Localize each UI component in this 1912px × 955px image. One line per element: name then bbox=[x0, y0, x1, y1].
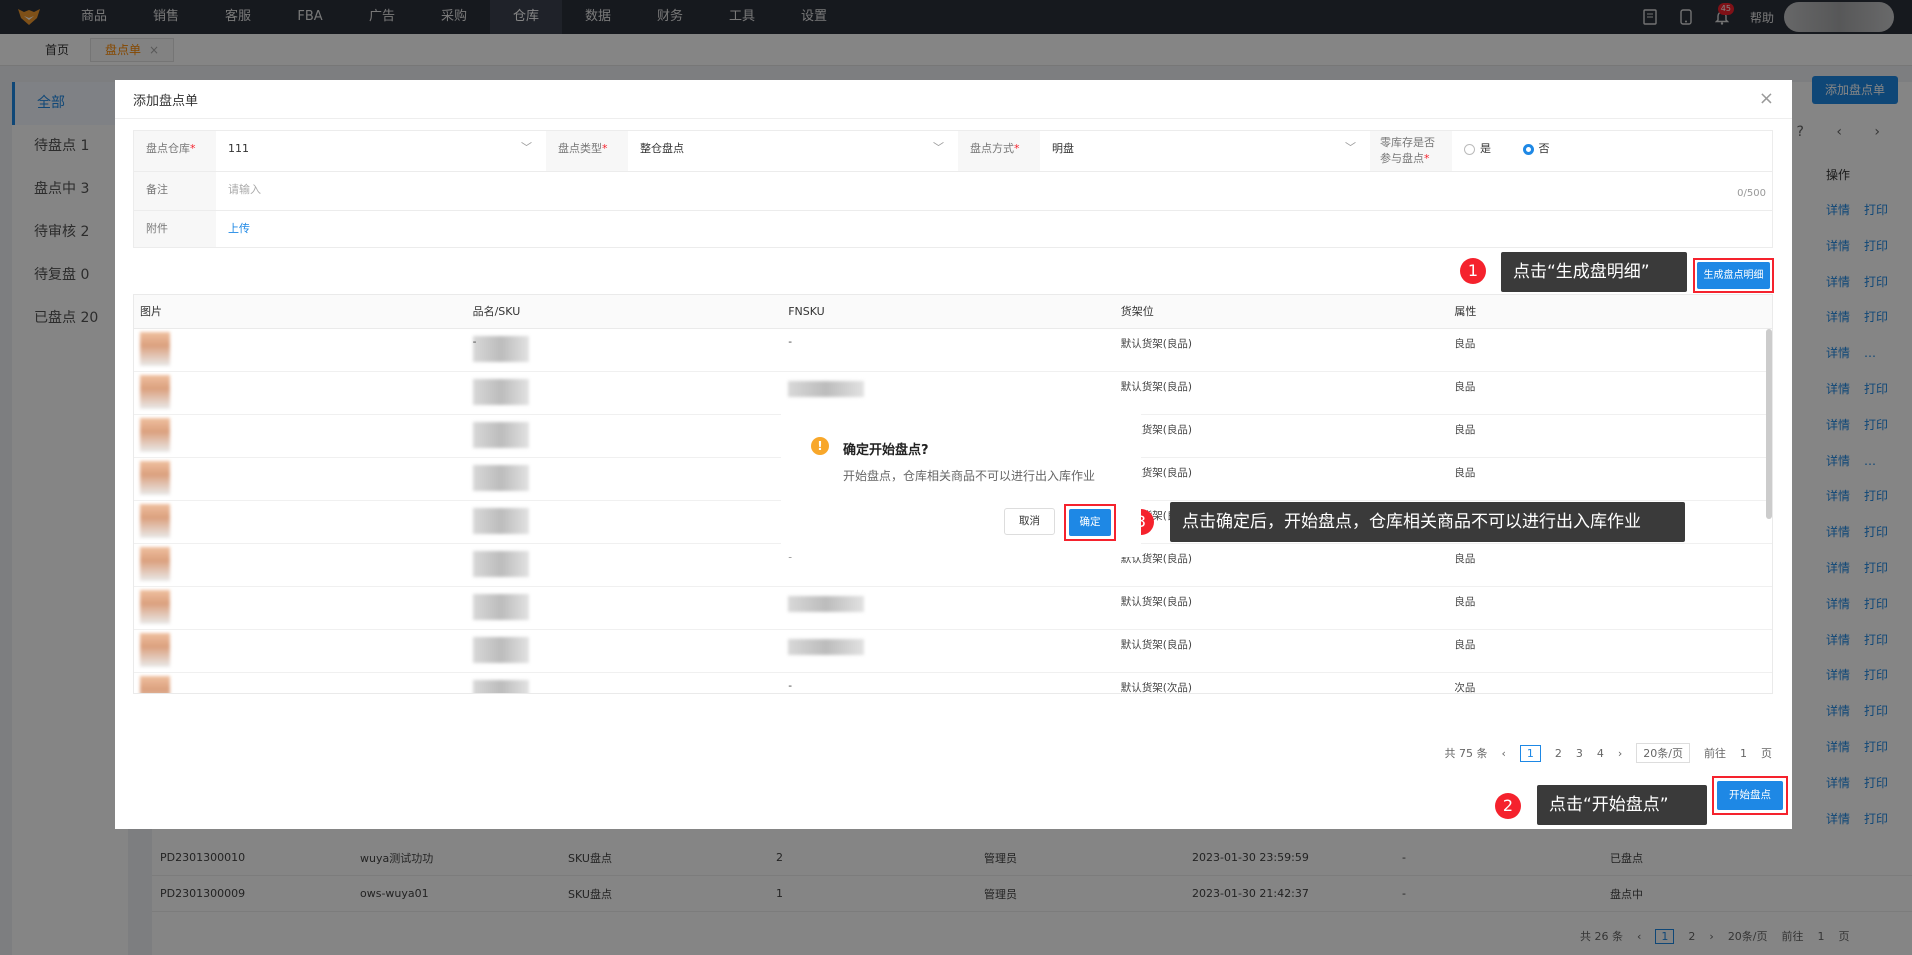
page-2[interactable]: 2 bbox=[1555, 747, 1562, 760]
confirm-dialog: ! 确定开始盘点? 开始盘点，仓库相关商品不可以进行出入库作业 取消 确定 bbox=[781, 409, 1141, 557]
dialog-title: 添加盘点单 bbox=[133, 94, 199, 109]
attribute-cell: 良品 bbox=[1454, 639, 1476, 651]
attribute-cell: 良品 bbox=[1454, 381, 1476, 393]
zero-stock-yes-radio[interactable]: 是 bbox=[1464, 141, 1491, 157]
prev-page[interactable]: ‹ bbox=[1501, 747, 1505, 760]
step-badge-1: 1 bbox=[1460, 258, 1486, 284]
attribute-cell: 良品 bbox=[1454, 553, 1476, 565]
warning-icon: ! bbox=[811, 437, 829, 455]
remark-input[interactable]: 请输入 0/500 bbox=[216, 172, 1772, 210]
cancel-button[interactable]: 取消 bbox=[1004, 508, 1055, 535]
table-row[interactable]: - - 默认货架(良品) 良品 bbox=[134, 329, 1772, 372]
remark-label: 备注 bbox=[134, 172, 216, 210]
generate-details-button[interactable]: 生成盘点明细 bbox=[1697, 262, 1770, 289]
start-highlight: 开始盘点 bbox=[1712, 776, 1788, 815]
detail-pagination: 共 75 条 ‹ 1 2 3 4 › 20条/页 前往 1 页 bbox=[1444, 743, 1772, 763]
product-image bbox=[140, 504, 170, 538]
page-4[interactable]: 4 bbox=[1597, 747, 1604, 760]
product-image bbox=[140, 332, 170, 366]
callout-step-1: 点击“生成盘明细” bbox=[1501, 252, 1687, 292]
count-method-label: 盘点方式* bbox=[958, 131, 1040, 171]
attribute-cell: 良品 bbox=[1454, 467, 1476, 479]
zero-stock-label: 零库存是否参与盘点* bbox=[1370, 131, 1452, 171]
chevron-down-icon: ﹀ bbox=[933, 141, 944, 154]
page-3[interactable]: 3 bbox=[1576, 747, 1583, 760]
attachment-label: 附件 bbox=[134, 211, 216, 247]
shelf-cell: 默认货架(次品) bbox=[1120, 682, 1192, 694]
attribute-cell: 次品 bbox=[1454, 682, 1476, 694]
product-image bbox=[140, 375, 170, 409]
shelf-cell: 默认货架(良品) bbox=[1120, 381, 1192, 393]
shelf-cell: 默认货架(良品) bbox=[1120, 424, 1192, 436]
shelf-cell: 默认货架(良品) bbox=[1120, 639, 1192, 651]
product-image bbox=[140, 676, 170, 693]
remark-char-count: 0/500 bbox=[1737, 188, 1766, 199]
generate-highlight: 生成盘点明细 bbox=[1693, 258, 1774, 293]
product-image bbox=[140, 418, 170, 452]
product-image bbox=[140, 547, 170, 581]
confirm-button[interactable]: 确定 bbox=[1069, 509, 1111, 536]
count-sheet-form: 盘点仓库* 111 ﹀ 盘点类型* 整仓盘点 ﹀ 盘点方式* 明盘 ﹀ 零库存是否参与… bbox=[133, 130, 1773, 248]
product-image bbox=[140, 590, 170, 624]
step-badge-2: 2 bbox=[1495, 793, 1521, 819]
shelf-cell: 默认货架(良品) bbox=[1120, 596, 1192, 608]
upload-link[interactable]: 上传 bbox=[228, 222, 250, 235]
table-row[interactable]: 默认货架(良品) 良品 bbox=[134, 587, 1772, 630]
count-type-select[interactable]: 整仓盘点 ﹀ bbox=[628, 131, 958, 171]
confirm-highlight: 确定 bbox=[1064, 504, 1116, 541]
page-size-select[interactable]: 20条/页 bbox=[1636, 743, 1690, 763]
warehouse-label: 盘点仓库* bbox=[134, 131, 216, 171]
sku-cell: - bbox=[467, 336, 783, 362]
count-method-select[interactable]: 明盘 ﹀ bbox=[1040, 131, 1370, 171]
count-type-label: 盘点类型* bbox=[546, 131, 628, 171]
attribute-cell: 良品 bbox=[1454, 424, 1476, 436]
shelf-cell: 默认货架(良品) bbox=[1120, 553, 1192, 565]
fnsku-cell: - bbox=[788, 336, 792, 348]
callout-step-2: 点击“开始盘点” bbox=[1537, 785, 1707, 825]
attribute-cell: 良品 bbox=[1454, 338, 1476, 350]
zero-stock-no-radio[interactable]: 否 bbox=[1522, 141, 1550, 157]
next-page[interactable]: › bbox=[1618, 747, 1622, 760]
page-jump-input[interactable]: 1 bbox=[1740, 747, 1747, 760]
start-count-button[interactable]: 开始盘点 bbox=[1717, 781, 1783, 810]
table-row[interactable]: 默认货架(良品) 良品 bbox=[134, 630, 1772, 673]
table-header: 图片 品名/SKU FNSKU 货架位 属性 bbox=[134, 295, 1772, 329]
fnsku-cell: - bbox=[788, 680, 792, 692]
confirm-title: 确定开始盘点? bbox=[843, 443, 929, 458]
callout-step-3: 点击确定后，开始盘点，仓库相关商品不可以进行出入库作业 bbox=[1170, 502, 1685, 542]
chevron-down-icon: ﹀ bbox=[521, 141, 532, 154]
chevron-down-icon: ﹀ bbox=[1345, 141, 1356, 154]
shelf-cell: 默认货架(良品) bbox=[1120, 467, 1192, 479]
zero-stock-radio-group: 是 否 bbox=[1452, 131, 1692, 171]
table-row[interactable]: - 默认货架(次品) 次品 bbox=[134, 673, 1772, 694]
attribute-cell: 良品 bbox=[1454, 596, 1476, 608]
page-1[interactable]: 1 bbox=[1519, 744, 1541, 762]
warehouse-select[interactable]: 111 ﹀ bbox=[216, 131, 546, 171]
table-scrollbar[interactable] bbox=[1766, 329, 1772, 519]
shelf-cell: 默认货架(良品) bbox=[1120, 338, 1192, 350]
close-icon[interactable]: × bbox=[1759, 88, 1774, 109]
product-image bbox=[140, 633, 170, 667]
product-image bbox=[140, 461, 170, 495]
confirm-message: 开始盘点，仓库相关商品不可以进行出入库作业 bbox=[843, 469, 1096, 483]
